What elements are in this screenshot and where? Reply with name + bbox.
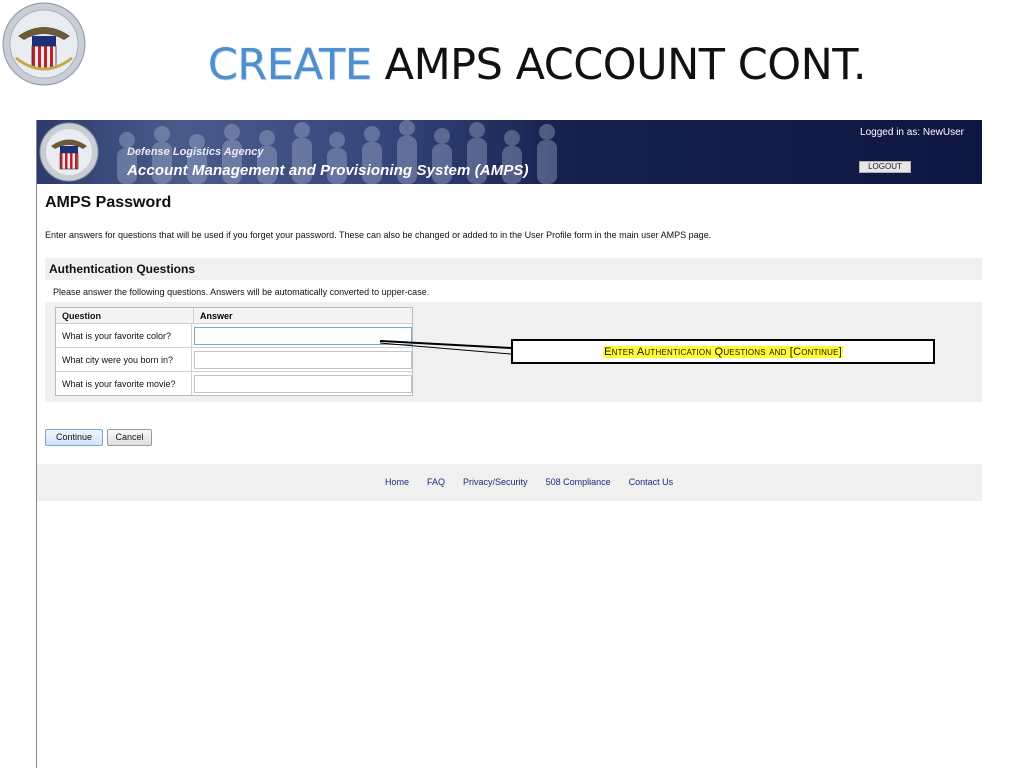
- callout-box: Enter Authentication Questions and [Cont…: [511, 339, 935, 364]
- section-note: Please answer the following questions. A…: [53, 287, 430, 297]
- question-label: What is your favorite color?: [56, 324, 192, 347]
- app-header: Defense Logistics Agency Account Managem…: [37, 120, 982, 184]
- footer: Home FAQ Privacy/Security 508 Compliance…: [37, 464, 982, 501]
- table-row: What is your favorite movie?: [56, 371, 412, 395]
- question-label: What is your favorite movie?: [56, 372, 192, 395]
- logout-button[interactable]: LOGOUT: [859, 161, 911, 173]
- answer-input-color[interactable]: [194, 326, 412, 345]
- dla-seal-icon: [39, 122, 99, 182]
- slide-title: CREATE AMPS ACCOUNT CONT.: [0, 40, 1024, 90]
- column-header-answer: Answer: [200, 310, 233, 321]
- footer-link-faq[interactable]: FAQ: [427, 477, 445, 487]
- logged-in-status: Logged in as: NewUser: [860, 127, 964, 138]
- footer-link-508[interactable]: 508 Compliance: [546, 477, 611, 487]
- table-row: What city were you born in?: [56, 347, 412, 371]
- answer-input-movie[interactable]: [194, 374, 412, 393]
- amps-screenshot: Defense Logistics Agency Account Managem…: [37, 120, 982, 540]
- footer-link-privacy[interactable]: Privacy/Security: [463, 477, 528, 487]
- agency-name: Defense Logistics Agency: [127, 146, 264, 158]
- questions-table: Question Answer What is your favorite co…: [55, 307, 413, 396]
- question-label: What city were you born in?: [56, 348, 192, 371]
- system-name: Account Management and Provisioning Syst…: [127, 162, 529, 179]
- section-header: Authentication Questions: [45, 258, 982, 280]
- section-title: Authentication Questions: [49, 262, 196, 276]
- footer-link-home[interactable]: Home: [385, 477, 409, 487]
- column-header-question: Question: [56, 308, 194, 323]
- footer-links: Home FAQ Privacy/Security 508 Compliance…: [385, 477, 673, 487]
- table-row: What is your favorite color?: [56, 323, 412, 347]
- footer-link-contact[interactable]: Contact Us: [629, 477, 674, 487]
- page-title: AMPS Password: [45, 194, 172, 211]
- callout-text: Enter Authentication Questions and [Cont…: [603, 345, 843, 358]
- continue-button[interactable]: Continue: [45, 429, 103, 446]
- table-header: Question Answer: [56, 308, 412, 323]
- slide-title-highlight: CREATE: [207, 40, 372, 90]
- page-intro: Enter answers for questions that will be…: [45, 230, 712, 240]
- cancel-button[interactable]: Cancel: [107, 429, 152, 446]
- slide-title-rest: AMPS ACCOUNT CONT.: [371, 40, 867, 90]
- answer-input-city[interactable]: [194, 350, 412, 369]
